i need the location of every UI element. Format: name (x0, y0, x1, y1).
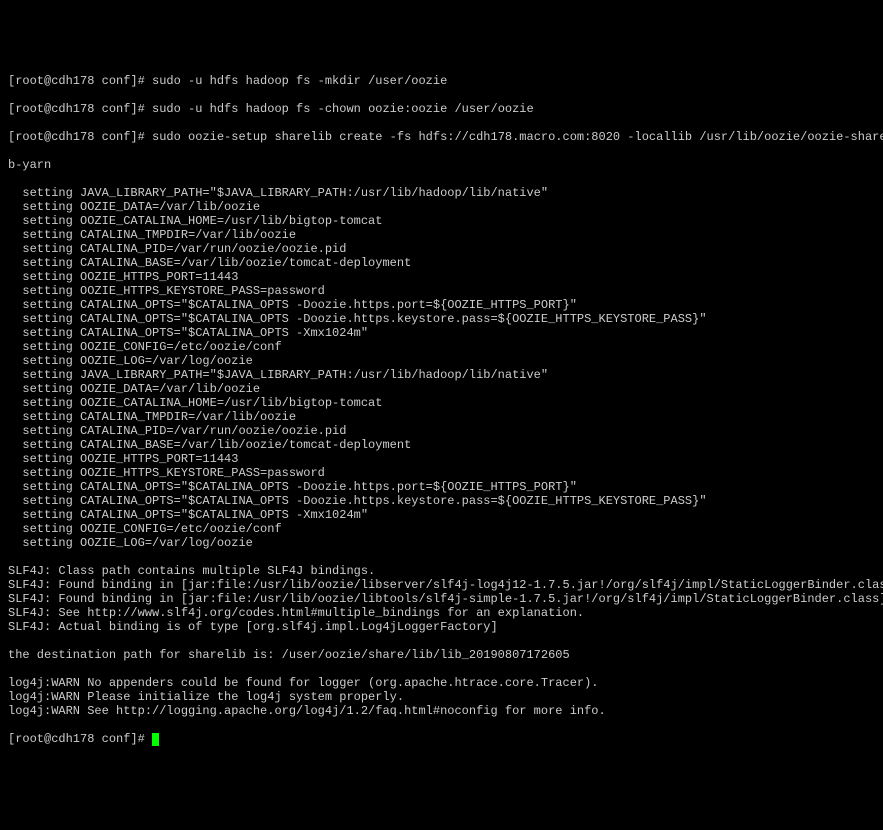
prompt: [root@cdh178 conf]# (8, 732, 152, 746)
setting-line: setting OOZIE_DATA=/var/lib/oozie (8, 200, 875, 214)
setting-line: setting CATALINA_OPTS="$CATALINA_OPTS -X… (8, 508, 875, 522)
command-line-1: [root@cdh178 conf]# sudo -u hdfs hadoop … (8, 74, 875, 88)
prompt: [root@cdh178 conf]# (8, 74, 152, 88)
command-text: sudo -u hdfs hadoop fs -mkdir /user/oozi… (152, 74, 447, 88)
command-text: b-yarn (8, 158, 51, 172)
slf4j-line: SLF4J: Class path contains multiple SLF4… (8, 564, 875, 578)
slf4j-line: SLF4J: See http://www.slf4j.org/codes.ht… (8, 606, 875, 620)
setting-line: setting CATALINA_BASE=/var/lib/oozie/tom… (8, 256, 875, 270)
log4j-line: log4j:WARN See http://logging.apache.org… (8, 704, 875, 718)
setting-line: setting CATALINA_OPTS="$CATALINA_OPTS -X… (8, 326, 875, 340)
terminal-output[interactable]: [root@cdh178 conf]# sudo -u hdfs hadoop … (8, 60, 875, 760)
log4j-line: log4j:WARN No appenders could be found f… (8, 676, 875, 690)
setting-line: setting CATALINA_BASE=/var/lib/oozie/tom… (8, 438, 875, 452)
cursor-icon (152, 733, 159, 746)
setting-line: setting CATALINA_OPTS="$CATALINA_OPTS -D… (8, 480, 875, 494)
prompt: [root@cdh178 conf]# (8, 102, 152, 116)
setting-line: setting OOZIE_LOG=/var/log/oozie (8, 354, 875, 368)
setting-line: setting CATALINA_PID=/var/run/oozie/oozi… (8, 242, 875, 256)
setting-line: setting CATALINA_TMPDIR=/var/lib/oozie (8, 228, 875, 242)
setting-line: setting CATALINA_TMPDIR=/var/lib/oozie (8, 410, 875, 424)
setting-line: setting JAVA_LIBRARY_PATH="$JAVA_LIBRARY… (8, 368, 875, 382)
slf4j-line: SLF4J: Found binding in [jar:file:/usr/l… (8, 592, 875, 606)
setting-line: setting CATALINA_OPTS="$CATALINA_OPTS -D… (8, 298, 875, 312)
slf4j-line: SLF4J: Found binding in [jar:file:/usr/l… (8, 578, 875, 592)
prompt: [root@cdh178 conf]# (8, 130, 152, 144)
setting-line: setting OOZIE_CONFIG=/etc/oozie/conf (8, 522, 875, 536)
destination-line: the destination path for sharelib is: /u… (8, 648, 875, 662)
setting-line: setting OOZIE_CATALINA_HOME=/usr/lib/big… (8, 396, 875, 410)
setting-line: setting CATALINA_PID=/var/run/oozie/oozi… (8, 424, 875, 438)
setting-line: setting OOZIE_CATALINA_HOME=/usr/lib/big… (8, 214, 875, 228)
setting-line: setting JAVA_LIBRARY_PATH="$JAVA_LIBRARY… (8, 186, 875, 200)
log4j-line: log4j:WARN Please initialize the log4j s… (8, 690, 875, 704)
command-line-3-cont: b-yarn (8, 158, 875, 172)
final-prompt-line[interactable]: [root@cdh178 conf]# (8, 732, 875, 746)
setting-line: setting OOZIE_HTTPS_PORT=11443 (8, 270, 875, 284)
setting-line: setting OOZIE_CONFIG=/etc/oozie/conf (8, 340, 875, 354)
command-text: sudo oozie-setup sharelib create -fs hdf… (152, 130, 883, 144)
setting-line: setting OOZIE_LOG=/var/log/oozie (8, 536, 875, 550)
command-line-2: [root@cdh178 conf]# sudo -u hdfs hadoop … (8, 102, 875, 116)
setting-line: setting OOZIE_HTTPS_KEYSTORE_PASS=passwo… (8, 284, 875, 298)
setting-line: setting OOZIE_HTTPS_PORT=11443 (8, 452, 875, 466)
setting-line: setting CATALINA_OPTS="$CATALINA_OPTS -D… (8, 494, 875, 508)
command-text: sudo -u hdfs hadoop fs -chown oozie:oozi… (152, 102, 534, 116)
setting-line: setting CATALINA_OPTS="$CATALINA_OPTS -D… (8, 312, 875, 326)
setting-line: setting OOZIE_DATA=/var/lib/oozie (8, 382, 875, 396)
slf4j-line: SLF4J: Actual binding is of type [org.sl… (8, 620, 875, 634)
command-line-3: [root@cdh178 conf]# sudo oozie-setup sha… (8, 130, 875, 144)
setting-line: setting OOZIE_HTTPS_KEYSTORE_PASS=passwo… (8, 466, 875, 480)
